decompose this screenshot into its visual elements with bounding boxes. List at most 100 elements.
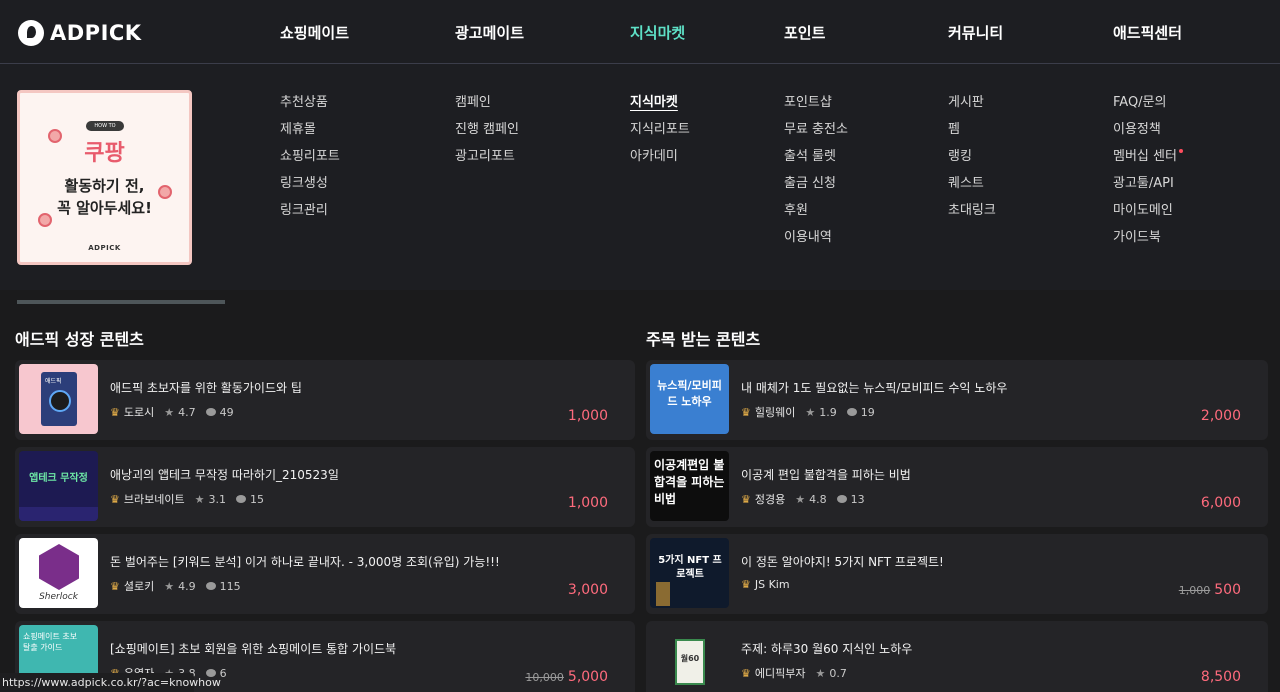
- content-author: 브라보네이트: [123, 493, 185, 506]
- comment-icon: [205, 408, 216, 416]
- promo-line-2: 꼭 알아두세요!: [57, 199, 152, 217]
- crown-icon: ♛: [741, 578, 751, 591]
- crown-icon: ♛: [110, 579, 120, 593]
- content-thumbnail: 월60: [650, 625, 729, 692]
- content-author: 도로시: [123, 406, 155, 419]
- menu-item[interactable]: 이용정책: [1113, 120, 1183, 147]
- content-rating: 1.9: [819, 405, 837, 419]
- content-card[interactable]: 5가지 NFT 프로젝트 이 정돈 알아야지! 5가지 NFT 프로젝트! ♛ …: [646, 534, 1268, 614]
- nav-adpick-center[interactable]: 애드픽센터: [1113, 22, 1182, 43]
- menu-item-membership[interactable]: 멤버십 센터: [1113, 147, 1183, 174]
- star-icon: ★: [795, 492, 806, 506]
- content-rating: 0.7: [829, 666, 847, 680]
- content-meta: ♛ 정경용 ★ 4.8 13: [741, 491, 865, 507]
- content-title: 이 정돈 알아야지! 5가지 NFT 프로젝트!: [741, 555, 944, 569]
- content-thumbnail: Sherlock: [19, 538, 98, 608]
- nav-ad-mate[interactable]: 광고메이트: [455, 22, 524, 43]
- content-card[interactable]: 뉴스픽/모비피드 노하우 내 매체가 1도 필요없는 뉴스픽/모비피드 수익 노…: [646, 360, 1268, 440]
- star-icon: ★: [164, 579, 175, 593]
- content-rating: 4.9: [178, 579, 196, 593]
- star-icon: ★: [194, 492, 205, 506]
- content-thumbnail: 뉴스픽/모비피드 노하우: [650, 364, 729, 434]
- menu-item[interactable]: 추천상품: [280, 93, 340, 120]
- content-price: 1,000 500: [1179, 582, 1241, 598]
- crown-icon: ♛: [741, 666, 751, 680]
- menu-item[interactable]: FAQ/문의: [1113, 93, 1183, 120]
- menu-item[interactable]: 퀘스트: [948, 174, 996, 201]
- content-original-price: 1,000: [1178, 584, 1211, 597]
- promo-brand: ADPICK: [88, 244, 121, 252]
- content-meta: ♛ 셜로키 ★ 4.9 115: [110, 578, 241, 594]
- crown-icon: ♛: [741, 492, 751, 506]
- menu-item[interactable]: 지식리포트: [630, 120, 690, 147]
- comment-icon: [836, 495, 847, 503]
- menu-item[interactable]: 출석 룰렛: [784, 147, 848, 174]
- content-title: [쇼핑메이트] 초보 회원을 위한 쇼핑메이트 통합 가이드북: [110, 642, 397, 656]
- menu-item[interactable]: 랭킹: [948, 147, 996, 174]
- menu-item[interactable]: 링크생성: [280, 174, 340, 201]
- content-meta: ♛ JS Kim: [741, 578, 796, 591]
- nav-point[interactable]: 포인트: [784, 22, 825, 43]
- menu-item-active[interactable]: 지식마켓: [630, 93, 690, 120]
- menu-item[interactable]: 진행 캠페인: [455, 120, 519, 147]
- content-author: JS Kim: [754, 578, 790, 591]
- content-card[interactable]: 애드픽 애드픽 초보자를 위한 활동가이드와 팁 ♛ 도로시 ★ 4.7 49 …: [15, 360, 635, 440]
- content-card[interactable]: 월60 주제: 하루30 월60 지식인 노하우 ♛ 에디픽부자 ★ 0.7 8…: [646, 621, 1268, 692]
- menu-item[interactable]: 펨: [948, 120, 996, 147]
- nav-shopping-mate[interactable]: 쇼핑메이트: [280, 22, 349, 43]
- content-thumbnail: 이공계편입 불합격을 피하는 비법: [650, 451, 729, 521]
- logo-text: ADPICK: [50, 21, 142, 45]
- crown-icon: ♛: [110, 492, 120, 506]
- content-price: 1,000: [567, 408, 608, 424]
- content-rating: 3.1: [208, 492, 226, 506]
- menu-item[interactable]: 제휴몰: [280, 120, 340, 147]
- nav-knowledge-market[interactable]: 지식마켓: [630, 22, 685, 43]
- menu-item[interactable]: 캠페인: [455, 93, 519, 120]
- content-author: 에디픽부자: [754, 667, 806, 680]
- content-price: 6,000: [1200, 495, 1241, 511]
- content-card[interactable]: 앱테크 무작정 애낭괴의 앱테크 무작정 따라하기_210523일 ♛ 브라보네…: [15, 447, 635, 527]
- menu-item[interactable]: 초대링크: [948, 201, 996, 228]
- logo-icon: [18, 20, 44, 46]
- menu-item[interactable]: 이용내역: [784, 228, 848, 255]
- menu-item[interactable]: 아카데미: [630, 147, 690, 174]
- menu-item[interactable]: 광고리포트: [455, 147, 519, 174]
- menu-item[interactable]: 쇼핑리포트: [280, 147, 340, 174]
- menu-item[interactable]: 링크관리: [280, 201, 340, 228]
- nav-community[interactable]: 커뮤니티: [948, 22, 1003, 43]
- content-sale-price: 500: [1214, 582, 1241, 598]
- promo-banner[interactable]: HOW TO 쿠팡 활동하기 전, 꼭 알아두세요! ADPICK: [17, 90, 192, 265]
- menu-item[interactable]: 마이도메인: [1113, 201, 1183, 228]
- content-price: 3,000: [567, 582, 608, 598]
- section-title-featured: 주목 받는 콘텐츠: [646, 330, 761, 349]
- menu-item[interactable]: 게시판: [948, 93, 996, 120]
- content-title: 애낭괴의 앱테크 무작정 따라하기_210523일: [110, 468, 339, 482]
- menu-item[interactable]: 광고툴/API: [1113, 174, 1183, 201]
- comment-icon: [846, 408, 857, 416]
- section-title-growth: 애드픽 성장 콘텐츠: [15, 330, 144, 349]
- tab-indicator: [17, 300, 225, 304]
- crown-icon: ♛: [741, 405, 751, 419]
- content-comments: 13: [850, 492, 865, 506]
- menu-item[interactable]: 포인트샵: [784, 93, 848, 120]
- menu-item[interactable]: 출금 신청: [784, 174, 848, 201]
- content-comments: 19: [860, 405, 875, 419]
- content-rating: 4.7: [178, 405, 196, 419]
- content-title: 돈 벌어주는 [키워드 분석] 이거 하나로 끝내자. - 3,000명 조회(…: [110, 555, 500, 569]
- menu-item-label: 멤버십 센터: [1113, 149, 1177, 164]
- content-title: 내 매체가 1도 필요없는 뉴스픽/모비피드 수익 노하우: [741, 381, 1008, 395]
- content-card[interactable]: Sherlock 돈 벌어주는 [키워드 분석] 이거 하나로 끝내자. - 3…: [15, 534, 635, 614]
- content-meta: ♛ 힐링웨이 ★ 1.9 19: [741, 404, 875, 420]
- comment-icon: [235, 495, 246, 503]
- content-thumbnail: 앱테크 무작정: [19, 451, 98, 521]
- menu-item[interactable]: 후원: [784, 201, 848, 228]
- top-navigation: ADPICK 쇼핑메이트 광고메이트 지식마켓 포인트 커뮤니티 애드픽센터: [0, 0, 1280, 64]
- content-comments: 15: [249, 492, 264, 506]
- logo[interactable]: ADPICK: [18, 20, 142, 46]
- menu-item[interactable]: 가이드북: [1113, 228, 1183, 255]
- menu-item[interactable]: 무료 충전소: [784, 120, 848, 147]
- new-dot-icon: [1178, 149, 1183, 153]
- content-card[interactable]: 이공계편입 불합격을 피하는 비법 이공계 편입 불합격을 피하는 비법 ♛ 정…: [646, 447, 1268, 527]
- content-title: 이공계 편입 불합격을 피하는 비법: [741, 468, 911, 482]
- content-author: 셜로키: [123, 580, 155, 593]
